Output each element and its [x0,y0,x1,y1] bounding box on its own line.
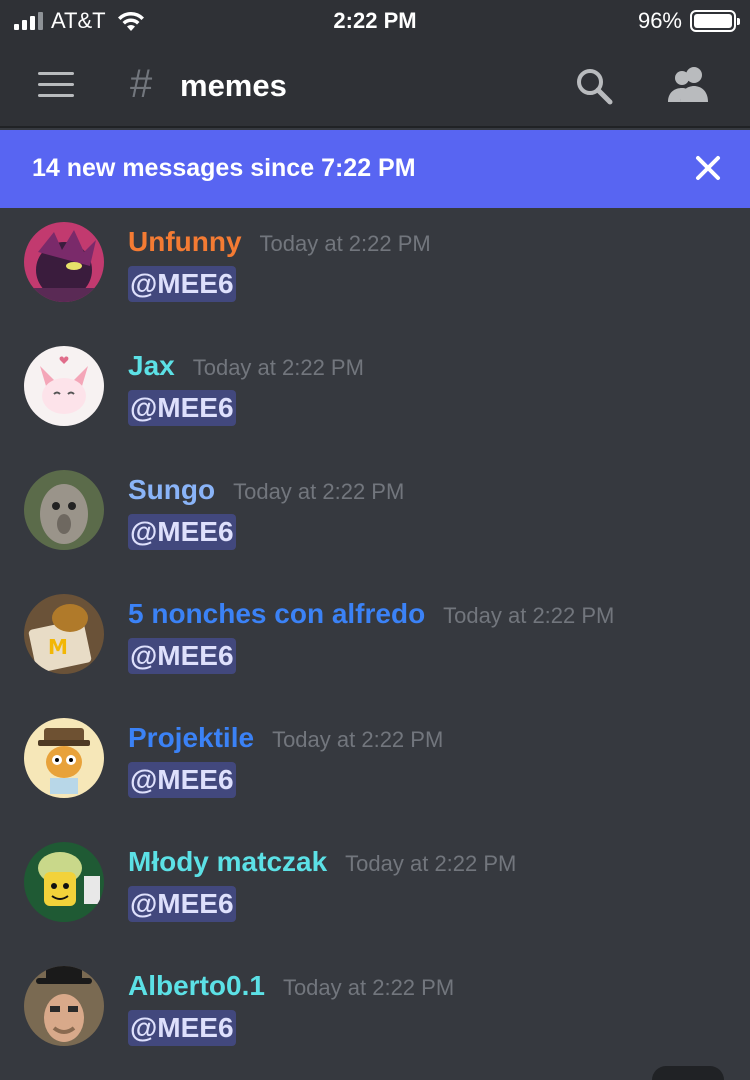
message-list[interactable]: Unfunny Today at 2:22 PM @MEE6 Jax Today a… [0,208,750,1080]
avatar[interactable] [24,718,104,798]
members-icon[interactable] [666,64,712,106]
message-item[interactable]: Projektile Today at 2:22 PM @MEE6 [0,704,750,828]
username[interactable]: Młody matczak Today at 2:22 PM [128,846,516,878]
mention[interactable]: @MEE6 [128,514,236,550]
battery-percent: 96% [637,8,682,33]
timestamp: Today at 2:22 PM [282,975,455,1000]
username[interactable]: Alberto0.1 Today at 2:22 PM [128,970,454,1002]
status-bar: AT&T 2:22 PM 96% [0,0,750,42]
timestamp: Today at 2:22 PM [259,231,431,256]
username-label: Alberto0.1 [128,970,265,1001]
battery-fill [694,14,732,28]
new-messages-text: 14 new messages since 7:22 PM [32,154,416,182]
username-label: Projektile [128,722,255,753]
username[interactable]: Projektile Today at 2:22 PM [128,722,443,754]
scroll-fab[interactable] [652,1066,724,1080]
message-item[interactable]: Młody matczak Today at 2:22 PM @MEE6 [0,828,750,952]
mention[interactable]: @MEE6 [128,1010,236,1046]
timestamp: Today at 2:22 PM [345,851,517,876]
timestamp: Today at 2:22 PM [272,727,444,752]
username-label: 5 nonches con alfredo [128,598,426,629]
username[interactable]: Unfunny Today at 2:22 PM [128,226,431,258]
new-messages-banner[interactable]: 14 new messages since 7:22 PM [0,130,750,208]
mention[interactable]: @MEE6 [128,266,236,302]
avatar[interactable] [24,222,104,302]
message-item[interactable]: M 5 nonches con alfredo Today at 2:22 PM … [0,580,750,704]
battery-icon [690,10,740,32]
hamburger-icon[interactable] [38,72,74,98]
search-icon[interactable] [574,66,614,106]
avatar[interactable] [24,842,104,922]
status-right: 96% [637,8,740,34]
mention[interactable]: @MEE6 [128,638,236,674]
username-label: Sungo [128,474,216,505]
avatar[interactable] [24,966,104,1046]
message-item[interactable]: Alberto0.1 Today at 2:22 PM @MEE6 [0,952,750,1076]
message-item[interactable]: Unfunny Today at 2:22 PM @MEE6 [0,208,750,332]
username-label: Unfunny [128,226,242,257]
close-icon[interactable] [694,154,722,182]
avatar[interactable] [24,346,104,426]
mention[interactable]: @MEE6 [128,390,236,426]
timestamp: Today at 2:22 PM [443,603,615,628]
username-label: Jax [128,350,175,381]
channel-hash-icon: # [130,62,153,106]
timestamp: Today at 2:22 PM [192,355,364,380]
channel-title: memes [180,68,287,103]
avatar[interactable] [24,470,104,550]
username-label: Młody matczak [128,846,328,877]
avatar[interactable]: M [24,594,104,674]
channel-header: # memes [0,42,750,128]
mention[interactable]: @MEE6 [128,762,236,798]
username[interactable]: Jax Today at 2:22 PM [128,350,364,382]
svg-text:M: M [48,635,68,659]
mention[interactable]: @MEE6 [128,886,236,922]
message-item[interactable]: Sungo Today at 2:22 PM @MEE6 [0,456,750,580]
username[interactable]: Sungo Today at 2:22 PM [128,474,404,506]
timestamp: Today at 2:22 PM [233,479,405,504]
message-item[interactable]: Jax Today at 2:22 PM @MEE6 [0,332,750,456]
username[interactable]: 5 nonches con alfredo Today at 2:22 PM [128,598,614,630]
